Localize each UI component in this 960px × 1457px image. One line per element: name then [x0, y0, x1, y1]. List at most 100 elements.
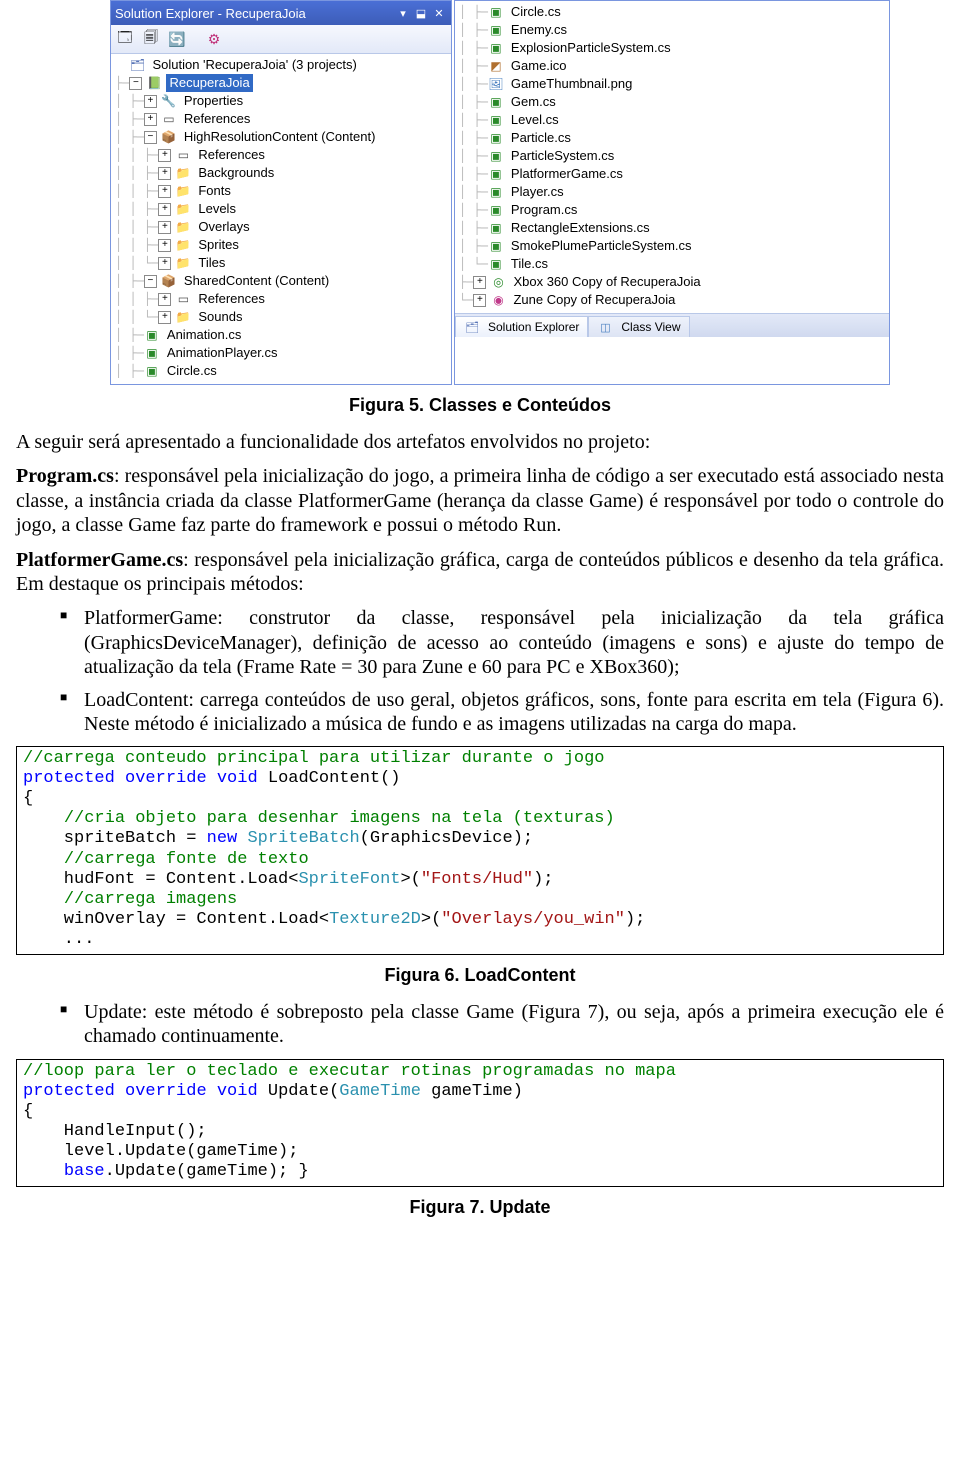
- class-view-tab-icon: ◫: [597, 319, 613, 335]
- file-level[interactable]: Level.cs: [508, 111, 562, 129]
- tab-cv-label: Class View: [621, 320, 680, 334]
- folder-icon: 📁: [175, 165, 191, 181]
- file-gameico[interactable]: Game.ico: [508, 57, 570, 75]
- file-eps[interactable]: ExplosionParticleSystem.cs: [508, 39, 674, 57]
- project-xbox[interactable]: Xbox 360 Copy of RecuperaJoia: [510, 273, 703, 291]
- file-animationplayer[interactable]: AnimationPlayer.cs: [164, 344, 281, 362]
- file-tile[interactable]: Tile.cs: [508, 255, 551, 273]
- expand-glyph[interactable]: +: [158, 149, 171, 162]
- content-icon: 📦: [161, 129, 177, 145]
- expand-glyph[interactable]: +: [158, 293, 171, 306]
- properties-node[interactable]: Properties: [181, 92, 246, 110]
- expand-glyph[interactable]: +: [473, 276, 486, 289]
- references-icon: ▭: [175, 291, 191, 307]
- expand-glyph[interactable]: +: [158, 311, 171, 324]
- codebox-loadcontent: //carrega conteudo principal para utiliz…: [16, 746, 944, 954]
- expand-glyph[interactable]: +: [144, 95, 157, 108]
- platformer-term: PlatformerGame.cs: [16, 549, 183, 571]
- file-circle[interactable]: Circle.cs: [508, 3, 564, 21]
- references-node[interactable]: References: [181, 110, 253, 128]
- csharp-icon: ▣: [488, 148, 504, 164]
- csharp-icon: ▣: [488, 4, 504, 20]
- folder-icon: 📁: [175, 219, 191, 235]
- file-gem[interactable]: Gem.cs: [508, 93, 559, 111]
- folder-overlays[interactable]: Overlays: [195, 218, 252, 236]
- file-smoke[interactable]: SmokePlumeParticleSystem.cs: [508, 237, 695, 255]
- file-animation[interactable]: Animation.cs: [164, 326, 244, 344]
- bullet-update: Update: este método é sobreposto pela cl…: [84, 1000, 944, 1049]
- csharp-icon: ▣: [488, 166, 504, 182]
- dropdown-icon[interactable]: ▾: [395, 5, 411, 21]
- platformer-paragraph: PlatformerGame.cs: responsável pela inic…: [16, 548, 944, 597]
- file-psystem[interactable]: ParticleSystem.cs: [508, 147, 617, 165]
- expand-glyph[interactable]: +: [473, 294, 486, 307]
- solution-tree[interactable]: 🗂Solution 'RecuperaJoia' (3 projects) ├─…: [111, 54, 451, 384]
- folder-fonts[interactable]: Fonts: [195, 182, 234, 200]
- expand-glyph[interactable]: +: [144, 113, 157, 126]
- hires-references[interactable]: References: [195, 146, 267, 164]
- program-rest: : responsável pela inicialização do jogo…: [16, 465, 944, 536]
- file-rect[interactable]: RectangleExtensions.cs: [508, 219, 653, 237]
- folder-levels[interactable]: Levels: [195, 200, 239, 218]
- file-player[interactable]: Player.cs: [508, 183, 567, 201]
- collapse-glyph[interactable]: −: [129, 77, 142, 90]
- zune-icon: ◉: [490, 292, 506, 308]
- pin-icon[interactable]: ⬓: [413, 5, 429, 21]
- tab-solution-explorer[interactable]: 🗂 Solution Explorer: [455, 316, 588, 337]
- expand-glyph[interactable]: +: [158, 185, 171, 198]
- shared-references[interactable]: References: [195, 290, 267, 308]
- expand-glyph[interactable]: +: [158, 167, 171, 180]
- folder-tiles[interactable]: Tiles: [195, 254, 228, 272]
- file-thumb[interactable]: GameThumbnail.png: [508, 75, 635, 93]
- folder-sprites[interactable]: Sprites: [195, 236, 241, 254]
- expand-glyph[interactable]: +: [158, 239, 171, 252]
- collapse-glyph[interactable]: −: [144, 131, 157, 144]
- expand-glyph[interactable]: +: [158, 221, 171, 234]
- panel-toolbar: 🗔 🗐 🔄 ⚙: [111, 25, 451, 54]
- codebox-update: //loop para ler o teclado e executar rot…: [16, 1059, 944, 1187]
- solution-icon: 🗂: [129, 57, 145, 73]
- content-icon: 📦: [161, 273, 177, 289]
- project-node[interactable]: RecuperaJoia: [166, 74, 252, 92]
- expand-glyph[interactable]: +: [158, 257, 171, 270]
- file-enemy[interactable]: Enemy.cs: [508, 21, 570, 39]
- method-list-2: Update: este método é sobreposto pela cl…: [16, 1000, 944, 1049]
- bullet-loadcontent: LoadContent: carrega conteúdos de uso ge…: [84, 688, 944, 737]
- csharp-icon: ▣: [488, 238, 504, 254]
- file-particle[interactable]: Particle.cs: [508, 129, 574, 147]
- file-program[interactable]: Program.cs: [508, 201, 580, 219]
- csharp-icon: ▣: [488, 202, 504, 218]
- properties-icon[interactable]: 🗔: [115, 29, 135, 49]
- csharp-icon: ▣: [488, 184, 504, 200]
- project-zune[interactable]: Zune Copy of RecuperaJoia: [510, 291, 678, 309]
- folder-icon: 📁: [175, 183, 191, 199]
- tab-class-view[interactable]: ◫ Class View: [588, 316, 689, 337]
- solution-node[interactable]: Solution 'RecuperaJoia' (3 projects): [149, 56, 359, 74]
- figure-6-caption: Figura 6. LoadContent: [16, 965, 944, 986]
- csharp-icon: ▣: [488, 256, 504, 272]
- solution-explorer-tab-icon: 🗂: [464, 319, 480, 335]
- shared-node[interactable]: SharedContent (Content): [181, 272, 332, 290]
- refresh-icon[interactable]: 🔄: [167, 29, 187, 49]
- folder-icon: 📁: [175, 237, 191, 253]
- close-icon[interactable]: ✕: [431, 5, 447, 21]
- file-circle[interactable]: Circle.cs: [164, 362, 220, 380]
- csharp-icon: ▣: [144, 327, 160, 343]
- code-view-icon[interactable]: ⚙: [204, 29, 224, 49]
- references-icon: ▭: [175, 147, 191, 163]
- show-all-icon[interactable]: 🗐: [141, 29, 161, 49]
- hires-node[interactable]: HighResolutionContent (Content): [181, 128, 379, 146]
- collapse-glyph[interactable]: −: [144, 275, 157, 288]
- tab-se-label: Solution Explorer: [488, 320, 579, 334]
- expand-glyph[interactable]: +: [158, 203, 171, 216]
- method-list: PlatformerGame: construtor da classe, re…: [16, 606, 944, 736]
- folder-icon: 📁: [175, 309, 191, 325]
- solution-explorer-right: │ ├─▣Circle.cs │ ├─▣Enemy.cs │ ├─▣Explos…: [454, 0, 890, 385]
- folder-sounds[interactable]: Sounds: [195, 308, 245, 326]
- solution-tree-right[interactable]: │ ├─▣Circle.cs │ ├─▣Enemy.cs │ ├─▣Explos…: [455, 1, 889, 313]
- ico-file-icon: ◩: [488, 58, 504, 74]
- folder-backgrounds[interactable]: Backgrounds: [195, 164, 277, 182]
- file-platformer[interactable]: PlatformerGame.cs: [508, 165, 626, 183]
- csharp-icon: ▣: [488, 130, 504, 146]
- folder-icon: 📁: [175, 201, 191, 217]
